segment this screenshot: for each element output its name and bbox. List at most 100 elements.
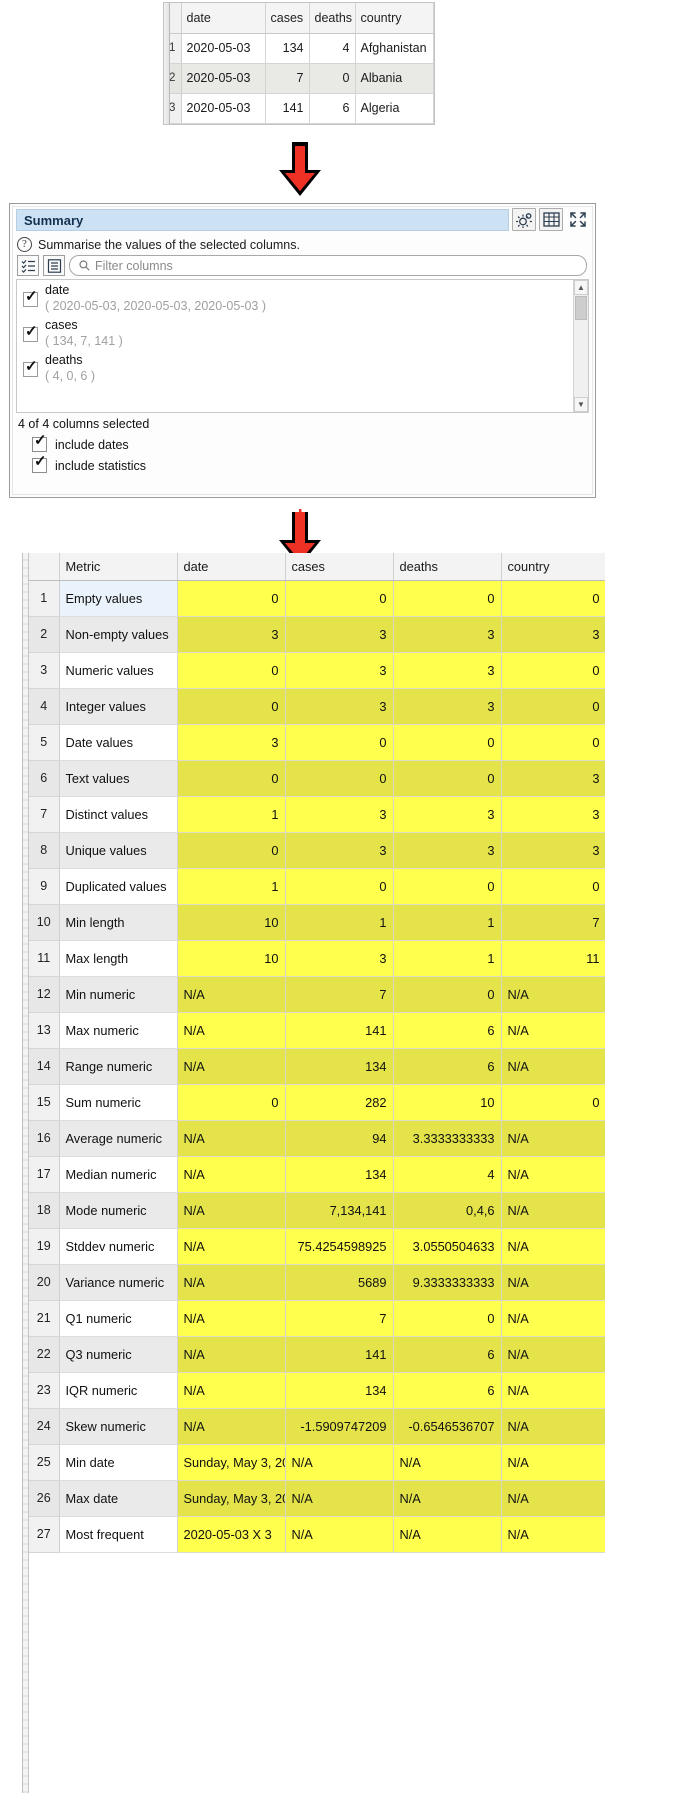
table-row[interactable]: 16 Average numeric N/A 94 3.3333333333 N/A [29, 1120, 605, 1157]
list-icon[interactable] [43, 255, 65, 276]
cell-date[interactable]: N/A [177, 1372, 286, 1409]
checkbox-date[interactable] [23, 288, 38, 307]
table-row[interactable]: 1 2020-05-03 134 4 Afghanistan [164, 33, 434, 64]
cell-deaths[interactable]: 3.0550504633 [393, 1228, 502, 1265]
cell-deaths[interactable]: 0 [309, 63, 356, 94]
cell-cases[interactable]: 7,134,141 [285, 1192, 394, 1229]
vertical-scrollbar[interactable]: ▲ ▼ [573, 280, 588, 412]
table-row[interactable]: 24 Skew numeric N/A -1.5909747209 -0.6546536… [29, 1408, 605, 1445]
cell-country[interactable]: N/A [501, 1516, 605, 1553]
source-col-date[interactable]: date [181, 3, 266, 34]
cell-metric[interactable]: Numeric values [59, 652, 178, 689]
cell-cases[interactable]: N/A [285, 1480, 394, 1517]
filter-input[interactable]: Filter columns [69, 255, 587, 276]
checkbox-cases[interactable] [23, 323, 38, 342]
cell-cases[interactable]: 282 [285, 1084, 394, 1121]
cell-date[interactable]: 0 [177, 1084, 286, 1121]
cell-metric[interactable]: Stddev numeric [59, 1228, 178, 1265]
cell-deaths[interactable]: N/A [393, 1516, 502, 1553]
cell-country[interactable]: 11 [501, 940, 605, 977]
cell-country[interactable]: N/A [501, 1336, 605, 1373]
cell-metric[interactable]: Distinct values [59, 796, 178, 833]
cell-country[interactable]: Afghanistan [355, 33, 434, 64]
result-col-country[interactable]: country [501, 553, 605, 581]
checklist-icon[interactable] [17, 255, 39, 276]
cell-cases[interactable]: N/A [285, 1444, 394, 1481]
cell-metric[interactable]: Integer values [59, 688, 178, 725]
cell-deaths[interactable]: 3 [393, 616, 502, 653]
cell-date[interactable]: N/A [177, 1048, 286, 1085]
cell-date[interactable]: N/A [177, 1408, 286, 1445]
cell-country[interactable]: 0 [501, 868, 605, 905]
cell-date[interactable]: 2020-05-03 X 3 [177, 1516, 286, 1553]
cell-deaths[interactable]: 3 [393, 832, 502, 869]
cell-deaths[interactable]: 4 [309, 33, 356, 64]
cell-metric[interactable]: Q3 numeric [59, 1336, 178, 1373]
cell-metric[interactable]: Min numeric [59, 976, 178, 1013]
table-row[interactable]: 6 Text values 0 0 0 3 [29, 760, 605, 797]
cell-deaths[interactable]: 3.3333333333 [393, 1120, 502, 1157]
cell-date[interactable]: 0 [177, 580, 286, 617]
cell-cases[interactable]: 7 [265, 63, 310, 94]
cell-metric[interactable]: Sum numeric [59, 1084, 178, 1121]
cell-deaths[interactable]: 0,4,6 [393, 1192, 502, 1229]
cell-cases[interactable]: 75.4254598925 [285, 1228, 394, 1265]
cell-cases[interactable]: 141 [285, 1012, 394, 1049]
table-row[interactable]: 2 Non-empty values 3 3 3 3 [29, 616, 605, 653]
cell-date[interactable]: 10 [177, 904, 286, 941]
cell-deaths[interactable]: 3 [393, 688, 502, 725]
cell-date[interactable]: Sunday, May 3, 2020 [177, 1480, 286, 1517]
cell-metric[interactable]: Max numeric [59, 1012, 178, 1049]
cell-deaths[interactable]: 1 [393, 904, 502, 941]
scroll-down-icon[interactable]: ▼ [574, 397, 588, 412]
column-checkbox-list[interactable]: date ( 2020-05-03, 2020-05-03, 2020-05-0… [16, 279, 589, 413]
table-row[interactable]: 17 Median numeric N/A 134 4 N/A [29, 1156, 605, 1193]
cell-date[interactable]: 2020-05-03 [181, 33, 266, 64]
cell-cases[interactable]: 0 [285, 868, 394, 905]
cell-deaths[interactable]: 4 [393, 1156, 502, 1193]
cell-country[interactable]: Algeria [355, 93, 434, 124]
result-col-metric[interactable]: Metric [59, 553, 178, 581]
checkbox-include-dates[interactable] [32, 432, 47, 452]
cell-date[interactable]: 2020-05-03 [181, 63, 266, 94]
cell-date[interactable]: N/A [177, 1120, 286, 1157]
cell-metric[interactable]: Min length [59, 904, 178, 941]
table-icon[interactable] [539, 208, 563, 231]
cell-country[interactable]: N/A [501, 1048, 605, 1085]
cell-metric[interactable]: Non-empty values [59, 616, 178, 653]
table-row[interactable]: 27 Most frequent 2020-05-03 X 3 N/A N/A N/A [29, 1516, 605, 1553]
cell-cases[interactable]: 134 [265, 33, 310, 64]
table-row[interactable]: 15 Sum numeric 0 282 10 0 [29, 1084, 605, 1121]
cell-cases[interactable]: 3 [285, 796, 394, 833]
cell-date[interactable]: N/A [177, 1012, 286, 1049]
cell-date[interactable]: 0 [177, 652, 286, 689]
table-row[interactable]: 20 Variance numeric N/A 5689 9.3333333333 N/A [29, 1264, 605, 1301]
cell-metric[interactable]: Max date [59, 1480, 178, 1517]
cell-deaths[interactable]: 0 [393, 976, 502, 1013]
table-row[interactable]: 18 Mode numeric N/A 7,134,141 0,4,6 N/A [29, 1192, 605, 1229]
cell-deaths[interactable]: 0 [393, 580, 502, 617]
table-row[interactable]: 1 Empty values 0 0 0 0 [29, 580, 605, 617]
cell-date[interactable]: N/A [177, 1228, 286, 1265]
cell-date[interactable]: N/A [177, 1264, 286, 1301]
table-row[interactable]: 21 Q1 numeric N/A 7 0 N/A [29, 1300, 605, 1337]
cell-date[interactable]: N/A [177, 1156, 286, 1193]
expand-icon[interactable] [566, 208, 590, 231]
cell-cases[interactable]: 94 [285, 1120, 394, 1157]
table-row[interactable]: 13 Max numeric N/A 141 6 N/A [29, 1012, 605, 1049]
cell-cases[interactable]: 134 [285, 1372, 394, 1409]
cell-deaths[interactable]: 0 [393, 868, 502, 905]
table-row[interactable]: 23 IQR numeric N/A 134 6 N/A [29, 1372, 605, 1409]
cell-deaths[interactable]: 0 [393, 724, 502, 761]
cell-metric[interactable]: Average numeric [59, 1120, 178, 1157]
cell-deaths[interactable]: 0 [393, 760, 502, 797]
cell-metric[interactable]: Date values [59, 724, 178, 761]
cell-country[interactable]: N/A [501, 1264, 605, 1301]
table-row[interactable]: 2 2020-05-03 7 0 Albania [164, 63, 434, 94]
cell-deaths[interactable]: 3 [393, 796, 502, 833]
gear-icon[interactable] [512, 208, 536, 231]
cell-deaths[interactable]: 1 [393, 940, 502, 977]
table-row[interactable]: 7 Distinct values 1 3 3 3 [29, 796, 605, 833]
cell-country[interactable]: 0 [501, 580, 605, 617]
list-item[interactable]: date ( 2020-05-03, 2020-05-03, 2020-05-0… [17, 280, 588, 315]
